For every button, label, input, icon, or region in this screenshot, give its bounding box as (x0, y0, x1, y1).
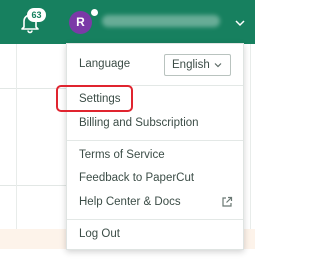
chevron-down-icon (235, 20, 245, 27)
account-menu-toggle[interactable] (234, 16, 246, 28)
page-divider (0, 185, 66, 186)
settings-menu-item[interactable]: Settings (79, 93, 121, 105)
account-dropdown-menu: Language English Settings Billing and Su… (66, 43, 244, 250)
status-dot (91, 9, 98, 16)
menu-divider (67, 219, 243, 220)
chevron-down-icon (214, 63, 222, 68)
feedback-menu-item[interactable]: Feedback to PaperCut (79, 172, 194, 184)
page-column-line (16, 44, 17, 249)
menu-divider (67, 85, 243, 86)
logout-menu-item[interactable]: Log Out (79, 228, 120, 240)
language-label: Language (79, 58, 131, 70)
help-center-menu-item[interactable]: Help Center & Docs (79, 196, 181, 208)
avatar[interactable]: R (69, 11, 92, 34)
language-select[interactable]: English (164, 54, 231, 76)
language-select-value: English (172, 59, 210, 71)
billing-menu-item[interactable]: Billing and Subscription (79, 117, 199, 129)
account-name-redacted (102, 15, 220, 27)
page-column-line (250, 44, 251, 249)
page-divider (0, 88, 66, 89)
terms-menu-item[interactable]: Terms of Service (79, 149, 165, 161)
external-link-icon[interactable] (221, 196, 233, 208)
menu-divider (67, 140, 243, 141)
notification-count-badge: 63 (27, 8, 46, 22)
